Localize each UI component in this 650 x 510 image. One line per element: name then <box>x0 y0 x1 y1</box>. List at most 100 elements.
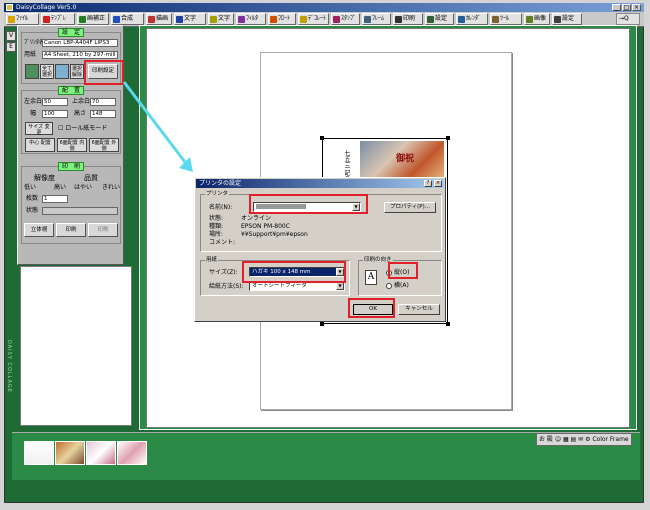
toolbar-button-1[interactable]: ﾃﾝﾌﾟﾚ <box>41 13 75 25</box>
calendar-icon <box>458 16 465 23</box>
toolbar-button-10[interactable]: ｽﾀﾝﾌﾟ <box>331 13 360 25</box>
close-button[interactable]: × <box>632 4 641 11</box>
toolbar-button-14[interactable]: ｶﾚﾝﾀﾞ <box>456 13 488 25</box>
setup-header: 設 定 <box>58 28 84 37</box>
help-button[interactable]: ? <box>424 180 432 187</box>
status-label: 状態: <box>209 215 224 222</box>
tray-icons: お 殿 ☺ ▦ ▤ ✉ ⚙ Color Frame <box>539 436 629 443</box>
image-icon[interactable] <box>55 64 69 79</box>
print-label: 印刷 <box>65 227 77 233</box>
six-inside-button[interactable]: 6面配置 内側 <box>57 138 87 152</box>
toolbar-button-13[interactable]: 設定 <box>425 13 454 25</box>
quality-fine-label: きれい <box>102 184 121 191</box>
status-value: オンライン <box>241 215 272 222</box>
highlight-print-setup <box>84 60 124 85</box>
type-label: 種類: <box>209 223 224 230</box>
toolbar-button-3[interactable]: 合成 <box>111 13 144 25</box>
toolbar-button-8[interactable]: ﾌﾛｰﾄ <box>268 13 296 25</box>
stereo-button[interactable]: 立体視 <box>24 223 54 237</box>
tab-v[interactable]: V <box>6 31 16 41</box>
dialog-close-button[interactable]: × <box>434 180 442 187</box>
tray-toolbar[interactable]: お 殿 ☺ ▦ ▤ ✉ ⚙ Color Frame <box>536 433 632 446</box>
toolbar-button-5[interactable]: 文字 <box>174 13 206 25</box>
toolbar-button-9[interactable]: ﾃﾞｺﾚｰﾄ <box>298 13 329 25</box>
center-place-button[interactable]: 中心 配置 <box>25 138 55 152</box>
toolbar-label: ﾌﾛｰﾄ <box>278 15 291 22</box>
decorate-icon <box>300 16 307 23</box>
print-disabled-label: 印刷 <box>97 227 109 233</box>
copies-field[interactable]: 1 <box>42 195 68 203</box>
toolbar-button-11[interactable]: ﾌﾚｰﾑ <box>362 13 391 25</box>
toolbar-button-4[interactable]: 描画 <box>146 13 172 25</box>
app-title: DaisyCollage Ver5.0 <box>16 4 77 11</box>
thumbnail-2[interactable] <box>55 441 85 465</box>
toolbar-button-15[interactable]: ﾂｰﾙ <box>490 13 522 25</box>
deselect-button[interactable]: 選択 解除 <box>70 64 84 79</box>
toolbar-button-2[interactable]: 画補正 <box>77 13 109 25</box>
thumbnail-4[interactable] <box>117 441 147 465</box>
paper-label: 用紙 <box>24 51 37 58</box>
toolbar-label: 文字 <box>184 15 197 22</box>
type-value: EPSON PM-800C <box>241 223 290 230</box>
toolbar-label: 合成 <box>121 15 134 22</box>
toolbar-button-0[interactable]: ﾌｧｲﾙ <box>6 13 39 25</box>
highlight-ok <box>348 298 395 318</box>
chevron-down-icon[interactable]: ▼ <box>336 282 344 290</box>
gear-icon <box>554 16 561 23</box>
printer-name-field[interactable]: Canon LBP-A404F LIPS3 <box>42 39 118 47</box>
print-button[interactable]: 印刷 <box>56 223 86 237</box>
maximize-button[interactable]: □ <box>622 4 631 11</box>
toolbar-button-6[interactable]: 文字 <box>208 13 234 25</box>
where-value: ¥¥Support¥pm¥epson <box>241 231 308 238</box>
toolbar-button-7[interactable]: ﾌｨﾙﾀ <box>236 13 266 25</box>
exit-label: Q <box>624 15 629 22</box>
toolbar-button-17[interactable]: 設定 <box>552 13 582 25</box>
six-outside-button[interactable]: 6面配置 外側 <box>89 138 119 152</box>
text2-icon <box>210 16 217 23</box>
photo-icon[interactable] <box>25 64 39 79</box>
paper-field[interactable]: A4 Sheet, 210 by 297-mill <box>42 51 118 59</box>
resize-handle-tl[interactable] <box>320 136 324 140</box>
res-high-label: 高い <box>54 184 67 191</box>
toolbar-button-16[interactable]: 画像 <box>524 13 550 25</box>
properties-button[interactable]: プロパティ(P)... <box>384 202 436 213</box>
six-outside-label: 6面配置 外側 <box>91 140 117 152</box>
layout-section: 配 置 左余白 50 上余白 70 幅 100 高さ 148 サイズ 変更 ☐ … <box>21 86 121 154</box>
cancel-button[interactable]: キャンセル <box>398 304 440 315</box>
resize-handle-tr[interactable] <box>446 136 450 140</box>
brand-text: DAISY COLLAGE <box>6 340 12 393</box>
roll-mode-checkbox[interactable]: ☐ ロール紙モード <box>58 125 107 133</box>
app-icon <box>6 4 13 11</box>
toolbar-label: ﾌﾚｰﾑ <box>372 15 385 22</box>
toolbar-label: 設定 <box>435 15 448 22</box>
roll-mode-label: ロール紙モード <box>65 125 108 132</box>
landscape-radio[interactable] <box>386 283 392 289</box>
toolbar-label: ﾃﾝﾌﾟﾚ <box>51 15 67 22</box>
print-section: 印 刷 解像度 品質 低い 高い はやい きれい 枚数 1 状態 立体視 印刷 … <box>21 162 121 244</box>
width-field[interactable]: 100 <box>42 110 68 118</box>
toolbar-label: 画補正 <box>87 15 106 22</box>
left-margin-field[interactable]: 50 <box>42 98 68 106</box>
exit-button[interactable]: →Q <box>616 13 640 25</box>
tab-e[interactable]: E <box>6 42 16 52</box>
photo-image[interactable]: 御祝 <box>360 141 444 178</box>
highlight-printer-name <box>249 194 368 214</box>
resize-handle-br[interactable] <box>446 322 450 326</box>
toolbar-label: ﾌｧｲﾙ <box>16 15 29 22</box>
select-all-label: 全て 選択 <box>41 66 52 78</box>
portrait-orientation-icon: A <box>365 270 377 285</box>
settings-icon <box>427 16 434 23</box>
select-all-button[interactable]: 全て 選択 <box>40 64 54 79</box>
thumbnail-1[interactable] <box>24 441 54 465</box>
top-margin-field[interactable]: 70 <box>90 98 116 106</box>
minimize-button[interactable]: _ <box>612 4 621 11</box>
size-change-button[interactable]: サイズ 変更 <box>25 122 53 136</box>
print-header: 印 刷 <box>58 162 84 171</box>
where-label: 場所: <box>209 231 224 238</box>
thumbnail-3[interactable] <box>86 441 116 465</box>
copies-label: 枚数 <box>26 195 39 202</box>
height-field[interactable]: 148 <box>90 110 116 118</box>
toolbar-button-12[interactable]: 印刷 <box>393 13 423 25</box>
toolbar-label: 印刷 <box>403 15 416 22</box>
resize-handle-bl[interactable] <box>320 322 324 326</box>
